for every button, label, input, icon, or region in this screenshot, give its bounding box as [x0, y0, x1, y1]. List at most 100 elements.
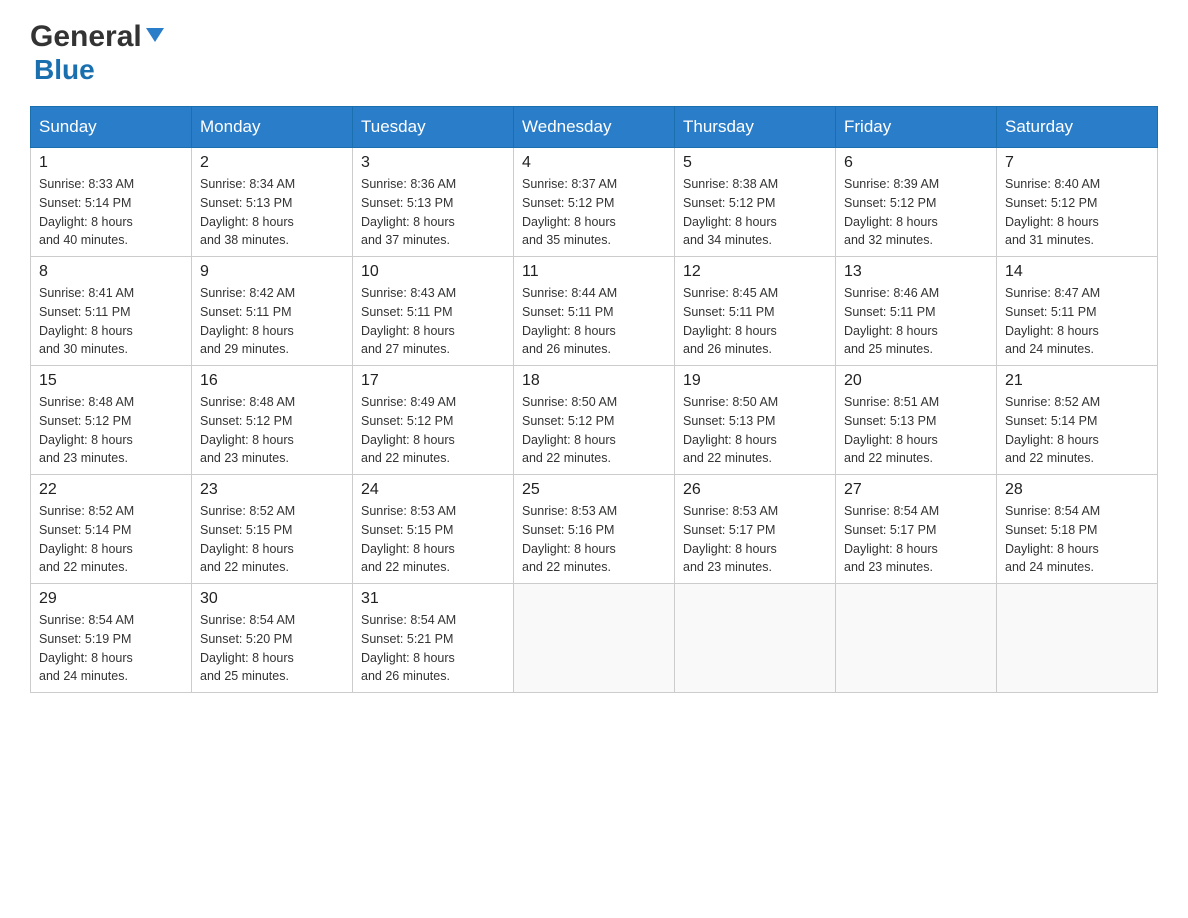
day-number: 6: [844, 154, 988, 172]
calendar-cell: 24 Sunrise: 8:53 AMSunset: 5:15 PMDayligh…: [353, 475, 514, 584]
calendar-week-row: 15 Sunrise: 8:48 AMSunset: 5:12 PMDayligh…: [31, 366, 1158, 475]
calendar-table: SundayMondayTuesdayWednesdayThursdayFrid…: [30, 106, 1158, 693]
calendar-cell: 13 Sunrise: 8:46 AMSunset: 5:11 PMDayligh…: [836, 257, 997, 366]
day-number: 23: [200, 481, 344, 499]
calendar-cell: [675, 584, 836, 693]
calendar-cell: 11Sunrise: 8:44 AMSunset: 5:11 PMDayligh…: [514, 257, 675, 366]
calendar-cell: [514, 584, 675, 693]
day-info: Sunrise: 8:50 AMSunset: 5:13 PMDaylight:…: [683, 393, 827, 468]
day-info: Sunrise: 8:41 AMSunset: 5:11 PMDaylight:…: [39, 284, 183, 359]
day-info: Sunrise: 8:49 AMSunset: 5:12 PMDaylight:…: [361, 393, 505, 468]
day-number: 31: [361, 590, 505, 608]
day-info: Sunrise: 8:53 AMSunset: 5:17 PMDaylight:…: [683, 502, 827, 577]
day-info: Sunrise: 8:53 AMSunset: 5:15 PMDaylight:…: [361, 502, 505, 577]
calendar-cell: 4 Sunrise: 8:37 AMSunset: 5:12 PMDaylight…: [514, 148, 675, 257]
day-info: Sunrise: 8:54 AMSunset: 5:17 PMDaylight:…: [844, 502, 988, 577]
day-number: 25: [522, 481, 666, 499]
day-info: Sunrise: 8:46 AMSunset: 5:11 PMDaylight:…: [844, 284, 988, 359]
calendar-cell: 15 Sunrise: 8:48 AMSunset: 5:12 PMDayligh…: [31, 366, 192, 475]
day-number: 4: [522, 154, 666, 172]
day-number: 22: [39, 481, 183, 499]
calendar-cell: 2Sunrise: 8:34 AMSunset: 5:13 PMDaylight…: [192, 148, 353, 257]
calendar-header-row: SundayMondayTuesdayWednesdayThursdayFrid…: [31, 107, 1158, 148]
calendar-week-row: 29 Sunrise: 8:54 AMSunset: 5:19 PMDayligh…: [31, 584, 1158, 693]
day-info: Sunrise: 8:33 AMSunset: 5:14 PMDaylight:…: [39, 175, 183, 250]
day-number: 26: [683, 481, 827, 499]
logo-general-text: General: [30, 20, 142, 54]
calendar-cell: 22 Sunrise: 8:52 AMSunset: 5:14 PMDayligh…: [31, 475, 192, 584]
day-number: 17: [361, 372, 505, 390]
calendar-cell: 9Sunrise: 8:42 AMSunset: 5:11 PMDaylight…: [192, 257, 353, 366]
day-info: Sunrise: 8:47 AMSunset: 5:11 PMDaylight:…: [1005, 284, 1149, 359]
calendar-cell: 7 Sunrise: 8:40 AMSunset: 5:12 PMDaylight…: [997, 148, 1158, 257]
day-number: 29: [39, 590, 183, 608]
calendar-cell: 5 Sunrise: 8:38 AMSunset: 5:12 PMDaylight…: [675, 148, 836, 257]
day-number: 11: [522, 263, 666, 281]
col-header-monday: Monday: [192, 107, 353, 148]
day-info: Sunrise: 8:54 AMSunset: 5:20 PMDaylight:…: [200, 611, 344, 686]
day-info: Sunrise: 8:52 AMSunset: 5:14 PMDaylight:…: [1005, 393, 1149, 468]
calendar-cell: 18 Sunrise: 8:50 AMSunset: 5:12 PMDayligh…: [514, 366, 675, 475]
day-number: 3: [361, 154, 505, 172]
calendar-cell: 30 Sunrise: 8:54 AMSunset: 5:20 PMDayligh…: [192, 584, 353, 693]
calendar-cell: 17 Sunrise: 8:49 AMSunset: 5:12 PMDayligh…: [353, 366, 514, 475]
calendar-cell: 31 Sunrise: 8:54 AMSunset: 5:21 PMDayligh…: [353, 584, 514, 693]
day-number: 13: [844, 263, 988, 281]
day-info: Sunrise: 8:48 AMSunset: 5:12 PMDaylight:…: [200, 393, 344, 468]
day-number: 30: [200, 590, 344, 608]
day-number: 10: [361, 263, 505, 281]
day-number: 9: [200, 263, 344, 281]
day-info: Sunrise: 8:34 AMSunset: 5:13 PMDaylight:…: [200, 175, 344, 250]
col-header-wednesday: Wednesday: [514, 107, 675, 148]
day-number: 21: [1005, 372, 1149, 390]
calendar-cell: 8 Sunrise: 8:41 AMSunset: 5:11 PMDaylight…: [31, 257, 192, 366]
col-header-friday: Friday: [836, 107, 997, 148]
day-info: Sunrise: 8:53 AMSunset: 5:16 PMDaylight:…: [522, 502, 666, 577]
day-number: 14: [1005, 263, 1149, 281]
day-info: Sunrise: 8:38 AMSunset: 5:12 PMDaylight:…: [683, 175, 827, 250]
day-info: Sunrise: 8:37 AMSunset: 5:12 PMDaylight:…: [522, 175, 666, 250]
day-info: Sunrise: 8:54 AMSunset: 5:21 PMDaylight:…: [361, 611, 505, 686]
day-number: 16: [200, 372, 344, 390]
calendar-cell: 19 Sunrise: 8:50 AMSunset: 5:13 PMDayligh…: [675, 366, 836, 475]
day-number: 8: [39, 263, 183, 281]
calendar-cell: [997, 584, 1158, 693]
day-number: 1: [39, 154, 183, 172]
calendar-cell: 26 Sunrise: 8:53 AMSunset: 5:17 PMDayligh…: [675, 475, 836, 584]
calendar-cell: 6Sunrise: 8:39 AMSunset: 5:12 PMDaylight…: [836, 148, 997, 257]
page-header: General Blue: [30, 20, 1158, 86]
logo: General Blue: [30, 20, 166, 86]
calendar-cell: 25 Sunrise: 8:53 AMSunset: 5:16 PMDayligh…: [514, 475, 675, 584]
calendar-cell: 28 Sunrise: 8:54 AMSunset: 5:18 PMDayligh…: [997, 475, 1158, 584]
day-number: 18: [522, 372, 666, 390]
calendar-week-row: 1 Sunrise: 8:33 AMSunset: 5:14 PMDaylight…: [31, 148, 1158, 257]
col-header-tuesday: Tuesday: [353, 107, 514, 148]
day-info: Sunrise: 8:50 AMSunset: 5:12 PMDaylight:…: [522, 393, 666, 468]
day-info: Sunrise: 8:52 AMSunset: 5:15 PMDaylight:…: [200, 502, 344, 577]
calendar-cell: 12Sunrise: 8:45 AMSunset: 5:11 PMDayligh…: [675, 257, 836, 366]
day-info: Sunrise: 8:51 AMSunset: 5:13 PMDaylight:…: [844, 393, 988, 468]
calendar-cell: 1 Sunrise: 8:33 AMSunset: 5:14 PMDaylight…: [31, 148, 192, 257]
col-header-sunday: Sunday: [31, 107, 192, 148]
day-number: 5: [683, 154, 827, 172]
logo-arrow-icon: [144, 24, 166, 46]
day-info: Sunrise: 8:54 AMSunset: 5:18 PMDaylight:…: [1005, 502, 1149, 577]
calendar-cell: 16 Sunrise: 8:48 AMSunset: 5:12 PMDayligh…: [192, 366, 353, 475]
day-number: 7: [1005, 154, 1149, 172]
day-info: Sunrise: 8:48 AMSunset: 5:12 PMDaylight:…: [39, 393, 183, 468]
logo-blue-text: Blue: [34, 54, 95, 86]
day-number: 28: [1005, 481, 1149, 499]
day-info: Sunrise: 8:52 AMSunset: 5:14 PMDaylight:…: [39, 502, 183, 577]
day-number: 15: [39, 372, 183, 390]
day-number: 19: [683, 372, 827, 390]
calendar-cell: 10Sunrise: 8:43 AMSunset: 5:11 PMDayligh…: [353, 257, 514, 366]
calendar-cell: 29 Sunrise: 8:54 AMSunset: 5:19 PMDayligh…: [31, 584, 192, 693]
day-info: Sunrise: 8:54 AMSunset: 5:19 PMDaylight:…: [39, 611, 183, 686]
day-number: 20: [844, 372, 988, 390]
calendar-cell: 20 Sunrise: 8:51 AMSunset: 5:13 PMDayligh…: [836, 366, 997, 475]
calendar-cell: [836, 584, 997, 693]
day-number: 24: [361, 481, 505, 499]
calendar-cell: 23 Sunrise: 8:52 AMSunset: 5:15 PMDayligh…: [192, 475, 353, 584]
day-info: Sunrise: 8:40 AMSunset: 5:12 PMDaylight:…: [1005, 175, 1149, 250]
day-number: 27: [844, 481, 988, 499]
